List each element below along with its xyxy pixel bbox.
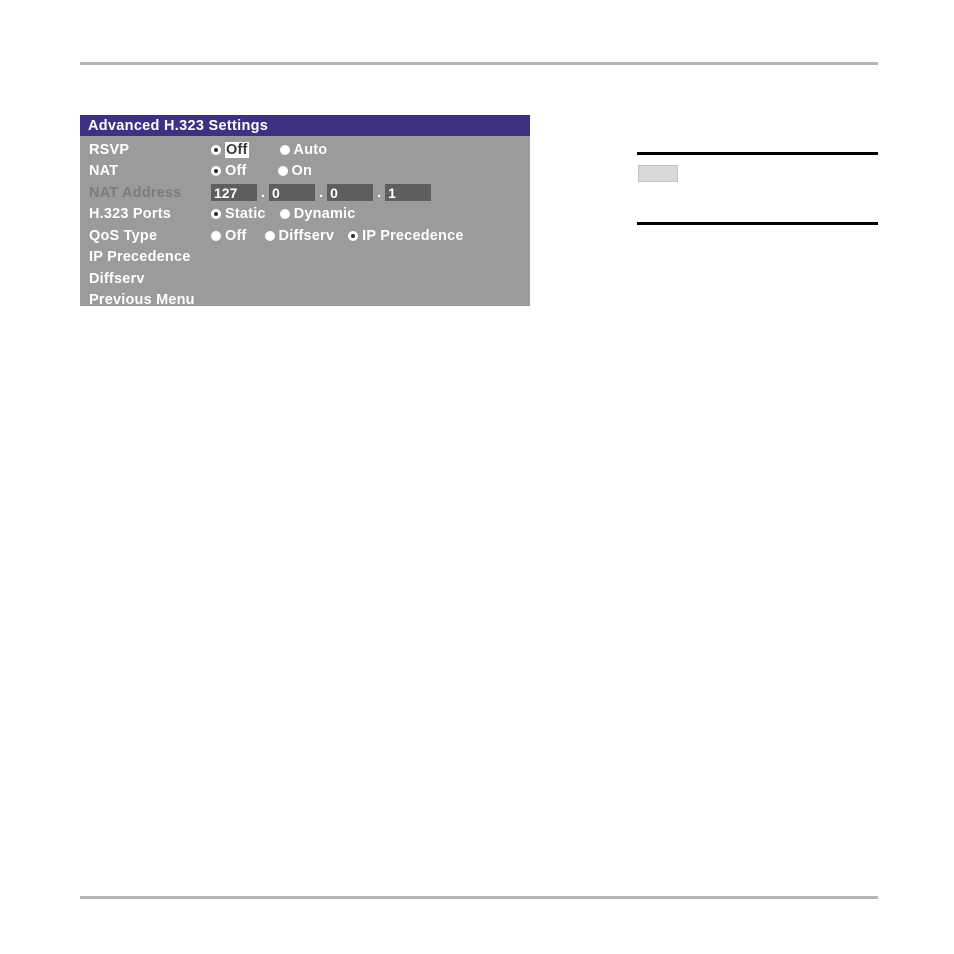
qos-type-option-diffserv[interactable]: Diffserv <box>264 227 335 244</box>
nat-address-octet-2[interactable]: 0 <box>269 184 316 202</box>
radio-icon[interactable] <box>211 230 221 241</box>
page-header-rule <box>80 62 878 65</box>
radio-icon[interactable] <box>211 166 221 177</box>
h323-ports-option-static-label: Static <box>225 206 266 223</box>
rsvp-option-off[interactable]: Off <box>211 141 249 158</box>
dialog-body: RSVP Off Auto NAT Off On NAT Address 127… <box>80 136 530 311</box>
nat-option-on-label: On <box>291 163 313 180</box>
row-nat-address: NAT Address 127 . 0 . 0 . 1 <box>80 182 530 204</box>
page-footer-rule <box>80 896 878 899</box>
qos-type-option-ip-precedence[interactable]: IP Precedence <box>348 228 463 244</box>
qos-type-option-diffserv-label: Diffserv <box>278 227 335 244</box>
h323-ports-label: H.323 Ports <box>89 206 171 223</box>
menu-item-ip-precedence[interactable]: IP Precedence <box>80 247 530 269</box>
nat-address-separator: . <box>261 184 266 201</box>
radio-icon[interactable] <box>277 166 288 177</box>
menu-item-diffserv-label: Diffserv <box>89 270 145 287</box>
row-nat: NAT Off On <box>80 161 530 183</box>
nat-address-label: NAT Address <box>89 184 182 201</box>
row-rsvp: RSVP Off Auto <box>80 139 530 161</box>
nat-address-octet-1[interactable]: 127 <box>211 184 257 202</box>
rsvp-option-off-label: Off <box>225 141 249 158</box>
rsvp-option-auto[interactable]: Auto <box>279 141 328 158</box>
rsvp-option-auto-label: Auto <box>293 141 328 158</box>
qos-type-option-off-label: Off <box>225 227 247 244</box>
h323-ports-option-static[interactable]: Static <box>211 206 266 222</box>
dialog-title: Advanced H.323 Settings <box>88 117 269 134</box>
qos-type-option-off[interactable]: Off <box>211 228 247 244</box>
radio-icon[interactable] <box>348 230 359 241</box>
radio-icon[interactable] <box>264 230 275 241</box>
nat-label: NAT <box>89 163 119 180</box>
menu-item-previous-menu[interactable]: Previous Menu <box>80 290 530 312</box>
radio-icon[interactable] <box>211 144 221 155</box>
nat-address-separator: . <box>377 184 382 201</box>
nat-address-octet-3[interactable]: 0 <box>327 184 374 202</box>
qos-type-label: QoS Type <box>89 227 158 244</box>
menu-item-previous-menu-label: Previous Menu <box>89 292 195 309</box>
rsvp-label: RSVP <box>89 141 130 158</box>
menu-item-ip-precedence-label: IP Precedence <box>89 249 191 266</box>
menu-item-diffserv[interactable]: Diffserv <box>80 268 530 290</box>
note-swatch <box>638 165 678 182</box>
note-lower-rule <box>637 222 878 225</box>
advanced-h323-settings-dialog: Advanced H.323 Settings RSVP Off Auto NA… <box>80 115 530 308</box>
h323-ports-option-dynamic-label: Dynamic <box>293 206 356 223</box>
qos-type-option-ip-precedence-label: IP Precedence <box>362 227 464 244</box>
radio-icon[interactable] <box>279 209 290 220</box>
nat-address-octet-4[interactable]: 1 <box>385 184 432 202</box>
row-qos-type: QoS Type Off Diffserv IP Precedence <box>80 225 530 247</box>
dialog-titlebar: Advanced H.323 Settings <box>80 115 530 136</box>
nat-option-off[interactable]: Off <box>211 163 247 179</box>
radio-icon[interactable] <box>279 144 290 155</box>
nat-option-on[interactable]: On <box>277 163 313 180</box>
note-upper-rule <box>637 152 878 155</box>
nat-option-off-label: Off <box>225 163 247 180</box>
nat-address-separator: . <box>319 184 324 201</box>
row-h323-ports: H.323 Ports Static Dynamic <box>80 204 530 226</box>
h323-ports-option-dynamic[interactable]: Dynamic <box>279 206 356 223</box>
radio-icon[interactable] <box>211 209 221 220</box>
